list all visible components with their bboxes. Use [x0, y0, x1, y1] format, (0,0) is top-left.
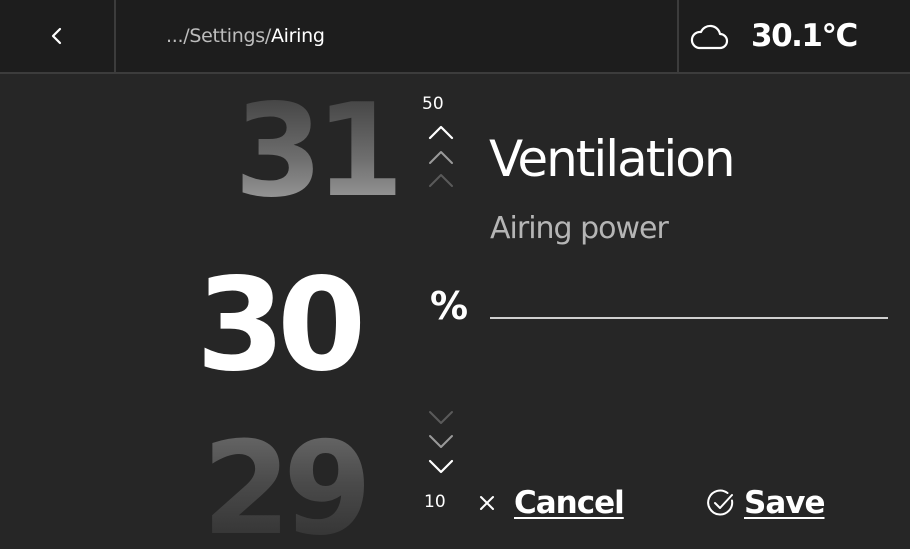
- unit-label: %: [430, 284, 469, 328]
- chevron-up-icon[interactable]: [428, 149, 454, 165]
- cancel-label: Cancel: [514, 485, 625, 521]
- breadcrumb-path[interactable]: .../Settings/: [166, 25, 271, 47]
- breadcrumb: .../Settings/Airing: [166, 0, 325, 72]
- chevron-down-icon[interactable]: [428, 434, 454, 450]
- top-bar: .../Settings/Airing 30.1°C: [0, 0, 910, 74]
- chevron-left-icon: [51, 27, 62, 45]
- previous-value[interactable]: 31: [234, 88, 404, 216]
- setting-subtitle: Airing power: [490, 211, 669, 246]
- cloud-icon: [690, 24, 729, 50]
- chevron-down-icon[interactable]: [428, 410, 454, 426]
- chevron-up-icon[interactable]: [428, 124, 454, 140]
- next-value[interactable]: 29: [202, 426, 372, 549]
- back-button[interactable]: [0, 0, 116, 72]
- save-button[interactable]: Save: [706, 485, 825, 521]
- max-limit-label: 50: [422, 94, 444, 114]
- close-icon: [480, 496, 494, 510]
- save-label: Save: [744, 485, 825, 521]
- divider: [490, 317, 888, 319]
- breadcrumb-current: Airing: [270, 25, 325, 47]
- cancel-button[interactable]: Cancel: [478, 485, 625, 521]
- outside-temperature: 30.1°C: [751, 18, 858, 54]
- current-value: 30: [196, 251, 366, 400]
- chevron-up-icon[interactable]: [428, 172, 454, 188]
- chevron-down-icon[interactable]: [428, 459, 454, 475]
- weather-widget: 30.1°C: [677, 0, 910, 72]
- check-circle-icon: [707, 489, 734, 516]
- airing-settings-screen: .../Settings/Airing 30.1°C 31 30 29 50 %…: [0, 0, 910, 549]
- min-limit-label: 10: [424, 492, 446, 512]
- setting-title: Ventilation: [489, 130, 736, 188]
